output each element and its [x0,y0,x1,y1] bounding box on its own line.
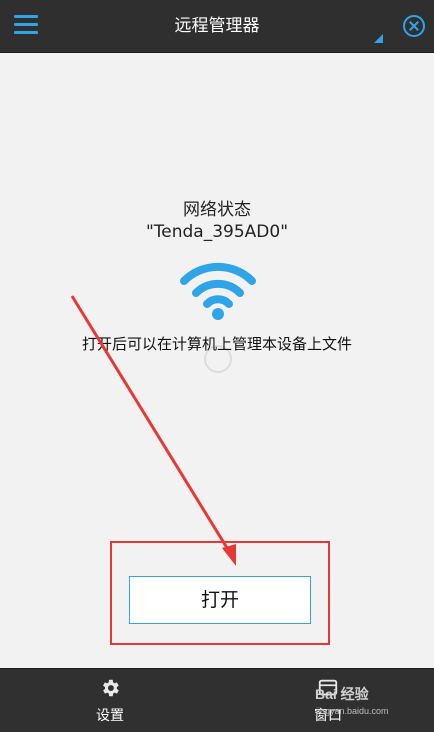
open-button[interactable]: 打开 [129,576,311,624]
nav-settings[interactable]: 设置 [78,677,142,732]
app-title: 远程管理器 [174,16,260,36]
settings-label: 设置 [96,708,124,724]
network-status-label: 网络状态 [183,200,251,220]
corner-indicator-icon [374,34,383,43]
watermark-url: jingyan.baidu.com [316,706,389,716]
watermark-text: Bai 经验 [315,686,369,702]
top-bar: 远程管理器 [0,0,434,53]
network-ssid: "Tenda_395AD0" [145,222,289,242]
wifi-icon [180,262,256,320]
gear-icon [103,679,119,697]
description-text: 打开后可以在计算机上管理本设备上文件 [81,335,352,353]
close-icon[interactable] [403,15,425,37]
